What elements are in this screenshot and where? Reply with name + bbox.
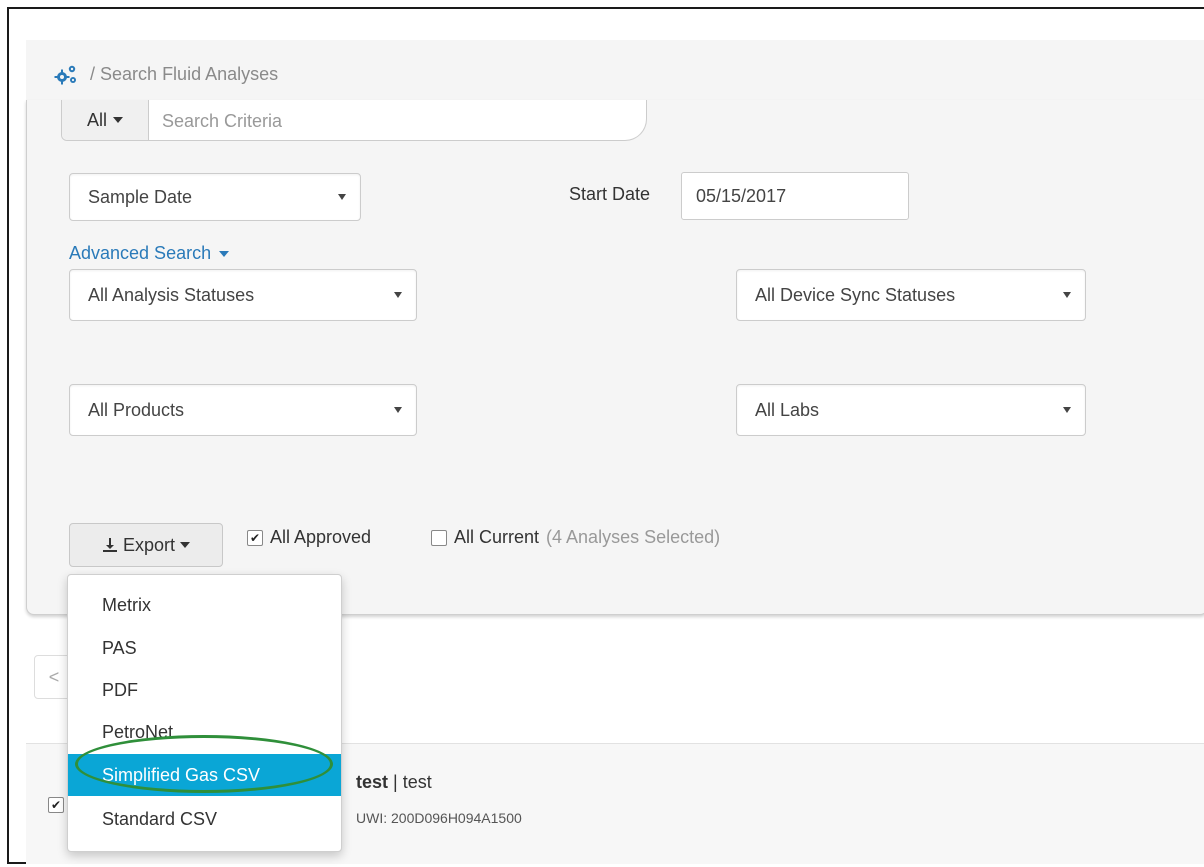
search-scope-dropdown[interactable]: All — [62, 100, 149, 140]
gears-icon[interactable] — [54, 64, 78, 86]
result-row-name: test — [356, 772, 389, 792]
menu-item-standard-csv[interactable]: Standard CSV — [68, 799, 341, 839]
all-current-label: All Current — [454, 527, 540, 547]
menu-item-pas[interactable]: PAS — [68, 628, 341, 668]
caret-down-icon — [180, 542, 191, 548]
menu-item-simplified-gas-csv[interactable]: Simplified Gas CSV — [68, 754, 341, 796]
select-arrow-icon — [394, 292, 402, 298]
all-current-checkbox[interactable] — [431, 529, 447, 546]
menu-item-petronet[interactable]: PetroNet — [68, 712, 341, 752]
menu-item-metrix[interactable]: Metrix — [68, 585, 341, 625]
analysis-status-value: All Analysis Statuses — [88, 284, 255, 305]
select-arrow-icon — [1063, 292, 1071, 298]
export-label: Export — [122, 534, 176, 555]
start-date-input[interactable]: 05/15/2017 — [681, 172, 909, 220]
result-row-title[interactable]: test | test — [356, 772, 432, 793]
date-field-select[interactable]: Sample Date — [69, 173, 361, 221]
advanced-search-label: Advanced Search — [69, 243, 212, 263]
caret-down-icon — [219, 250, 230, 257]
search-input[interactable]: Search Criteria — [162, 111, 282, 132]
search-scope-label: All — [86, 109, 107, 130]
export-dropdown-menu: Metrix PAS PDF PetroNet Simplified Gas C… — [67, 574, 342, 852]
start-date-value: 05/15/2017 — [696, 185, 787, 206]
select-arrow-icon — [1063, 407, 1071, 413]
start-date-label: Start Date — [569, 184, 651, 204]
labs-value: All Labs — [755, 399, 820, 420]
all-approved-checkbox[interactable]: ✔ — [247, 529, 263, 546]
caret-down-icon — [113, 117, 123, 123]
device-sync-status-select[interactable]: All Device Sync Statuses — [736, 269, 1086, 321]
analysis-status-select[interactable]: All Analysis Statuses — [69, 269, 417, 321]
pagination-prev-label: < — [48, 666, 60, 687]
result-row-separator: | — [393, 772, 398, 792]
all-current-option[interactable]: All Current (4 Analyses Selected) — [431, 527, 720, 548]
products-select[interactable]: All Products — [69, 384, 417, 436]
products-value: All Products — [88, 399, 185, 420]
result-row-desc: test — [402, 772, 432, 792]
result-row-checkbox[interactable]: ✔ — [48, 797, 64, 813]
breadcrumb-trail: / Search Fluid Analyses — [90, 64, 278, 85]
all-approved-option[interactable]: ✔ All Approved — [247, 527, 371, 548]
select-arrow-icon — [394, 407, 402, 413]
export-button[interactable]: Export — [69, 523, 223, 567]
all-approved-label: All Approved — [270, 527, 372, 547]
select-arrow-icon — [338, 194, 346, 200]
advanced-search-toggle[interactable]: Advanced Search — [69, 243, 230, 264]
breadcrumb-separator: / — [90, 64, 96, 84]
device-sync-status-value: All Device Sync Statuses — [755, 284, 956, 305]
search-panel: All Search Criteria Sample Date Start Da… — [26, 100, 1204, 615]
search-group: All Search Criteria — [61, 100, 647, 141]
page-title: Search Fluid Analyses — [100, 64, 279, 84]
menu-item-pdf[interactable]: PDF — [68, 670, 341, 710]
selected-count-note: (4 Analyses Selected) — [546, 527, 721, 547]
date-field-select-value: Sample Date — [88, 186, 193, 207]
labs-select[interactable]: All Labs — [736, 384, 1086, 436]
download-icon — [102, 538, 117, 552]
result-row-uwi: UWI: 200D096H094A1500 — [356, 810, 522, 826]
